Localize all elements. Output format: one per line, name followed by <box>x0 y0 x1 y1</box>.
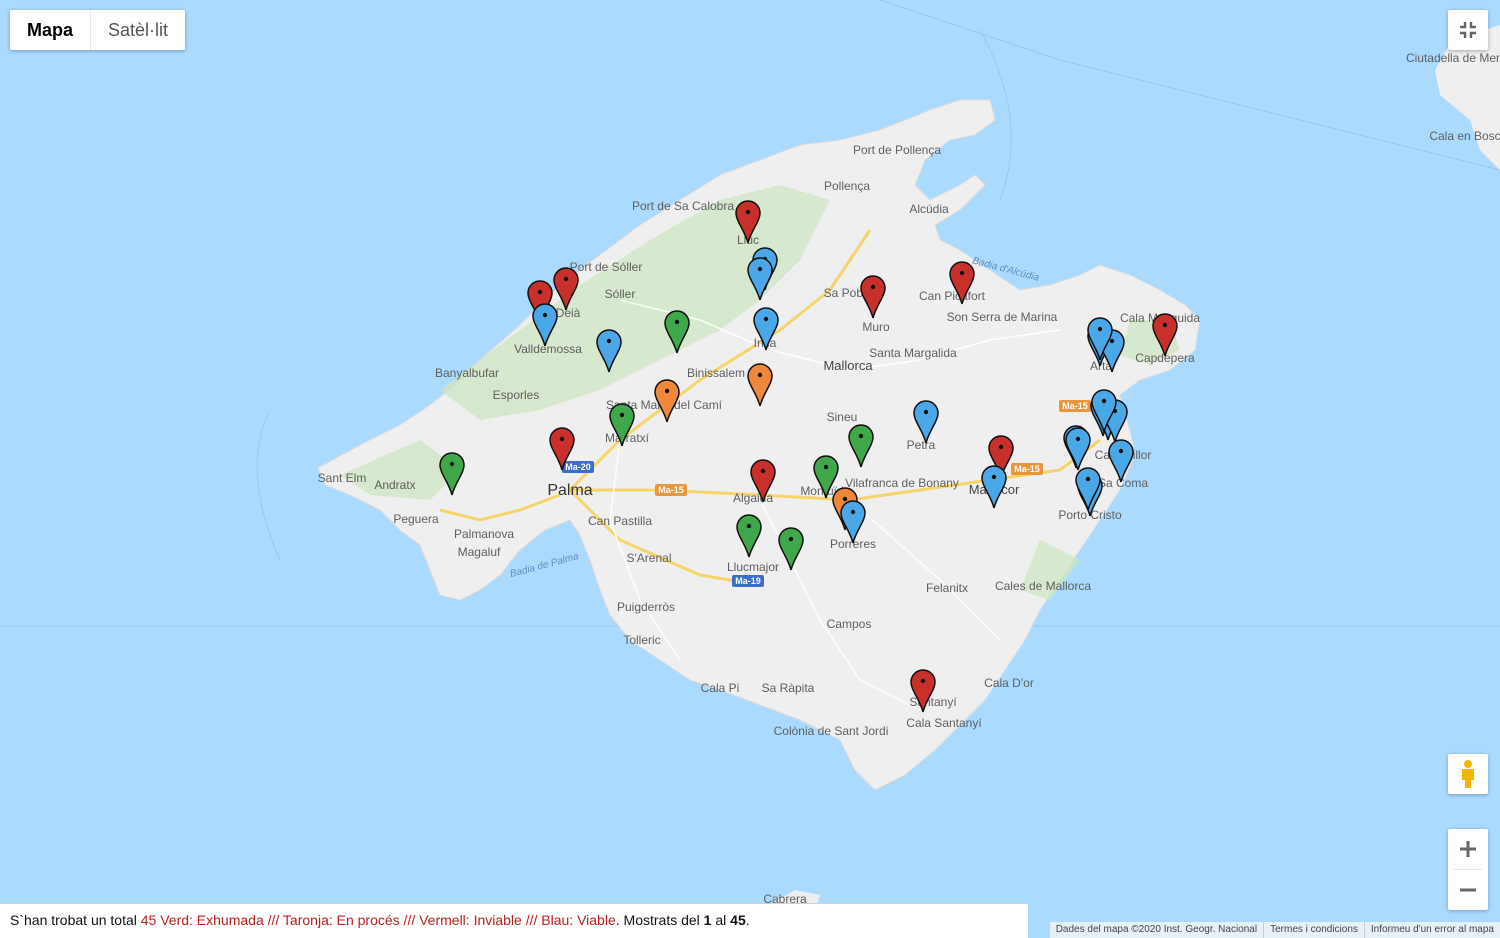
street-view-button[interactable] <box>1448 754 1488 794</box>
place-label: Deià <box>556 306 581 320</box>
results-to: 45 <box>730 912 746 928</box>
place-label: Banyalbufar <box>435 366 499 380</box>
place-label: Can Picafort <box>919 289 986 303</box>
plus-icon <box>1460 841 1476 857</box>
map-canvas[interactable]: Ma-20 Ma-15 Ma-15 Ma-15 Ma-19 Palma Mall… <box>0 0 1500 938</box>
place-label: Muro <box>862 320 890 334</box>
place-label: Sa Ràpita <box>762 681 815 695</box>
map-data-credit: Dades del mapa ©2020 Inst. Geogr. Nacion… <box>1055 924 1258 935</box>
place-label: Petra <box>907 438 936 452</box>
place-label: Son Serra de Marina <box>947 310 1058 324</box>
results-summary: S`han trobat un total 45 Verd: Exhumada … <box>0 903 1028 938</box>
place-label: Port de Pollença <box>853 143 941 157</box>
place-label: Vilafranca de Bonany <box>845 476 959 490</box>
place-label: S'Arenal <box>627 551 672 565</box>
place-label: Magaluf <box>458 545 501 559</box>
place-label: Binissalem <box>687 366 745 380</box>
road-ma15-label: Ma-15 <box>1062 401 1088 411</box>
place-label: Esporles <box>493 388 540 402</box>
exit-fullscreen-icon <box>1460 22 1476 38</box>
fullscreen-button[interactable] <box>1448 10 1488 50</box>
place-label: Sóller <box>605 287 636 301</box>
place-label: Sant Elm <box>318 471 367 485</box>
place-label: Andratx <box>374 478 415 492</box>
results-legend: 45 Verd: Exhumada /// Taronja: En procés… <box>140 912 616 928</box>
place-label: Peguera <box>393 512 439 526</box>
zoom-control <box>1448 829 1488 910</box>
place-label: Can Pastilla <box>588 514 652 528</box>
map-type-satellite-button[interactable]: Satèl·lit <box>91 10 185 50</box>
zoom-in-button[interactable] <box>1448 829 1488 869</box>
road-ma20-label: Ma-20 <box>565 462 591 472</box>
place-label: Felanitx <box>926 581 968 595</box>
place-label: Mallorca <box>823 358 873 373</box>
place-label: Tolleric <box>623 633 660 647</box>
results-end: . <box>745 912 750 928</box>
road-ma15-label: Ma-15 <box>1014 464 1040 474</box>
place-label: Port de Sóller <box>570 260 643 274</box>
zoom-out-button[interactable] <box>1448 870 1488 910</box>
place-label: Cala Pi <box>701 681 740 695</box>
map-attribution: Dades del mapa ©2020 Inst. Geogr. Nacion… <box>1049 922 1500 938</box>
road-ma15-label: Ma-15 <box>658 485 684 495</box>
place-label: Sineu <box>827 410 858 424</box>
place-label: Sa Coma <box>1098 476 1148 490</box>
place-label: Valldemossa <box>514 342 582 356</box>
place-label: Colònia de Sant Jordi <box>774 724 889 738</box>
map-type-control: Mapa Satèl·lit <box>10 10 186 50</box>
place-label: Campos <box>827 617 872 631</box>
place-label: Pollença <box>824 179 870 193</box>
terms-link[interactable]: Termes i condicions <box>1263 922 1364 938</box>
report-error-link[interactable]: Informeu d'un error al mapa <box>1363 922 1500 938</box>
results-middle: . Mostrats del <box>615 912 704 928</box>
place-label: Cala Santanyí <box>906 716 982 730</box>
place-label: Cales de Mallorca <box>995 579 1091 593</box>
road-ma19-label: Ma-19 <box>735 576 761 586</box>
place-label: Cala D'or <box>984 676 1034 690</box>
place-label: Algaida <box>733 491 773 505</box>
place-label: Llucmajor <box>727 560 779 574</box>
results-prefix: S`han trobat un total <box>10 912 141 928</box>
place-label: Cala en Bosc <box>1429 129 1500 143</box>
place-label: Port de Sa Calobra <box>632 199 734 213</box>
pegman-icon <box>1462 760 1474 788</box>
place-label: Santa Margalida <box>869 346 957 360</box>
place-label: Palmanova <box>454 527 514 541</box>
place-label: Puigderròs <box>617 600 675 614</box>
place-label: Ciutadella de Menorca <box>1406 51 1500 65</box>
minus-icon <box>1460 888 1476 892</box>
map-type-map-button[interactable]: Mapa <box>10 10 92 50</box>
results-al: al <box>711 912 731 928</box>
place-label: Palma <box>547 482 592 499</box>
place-label: Alcúdia <box>909 202 949 216</box>
